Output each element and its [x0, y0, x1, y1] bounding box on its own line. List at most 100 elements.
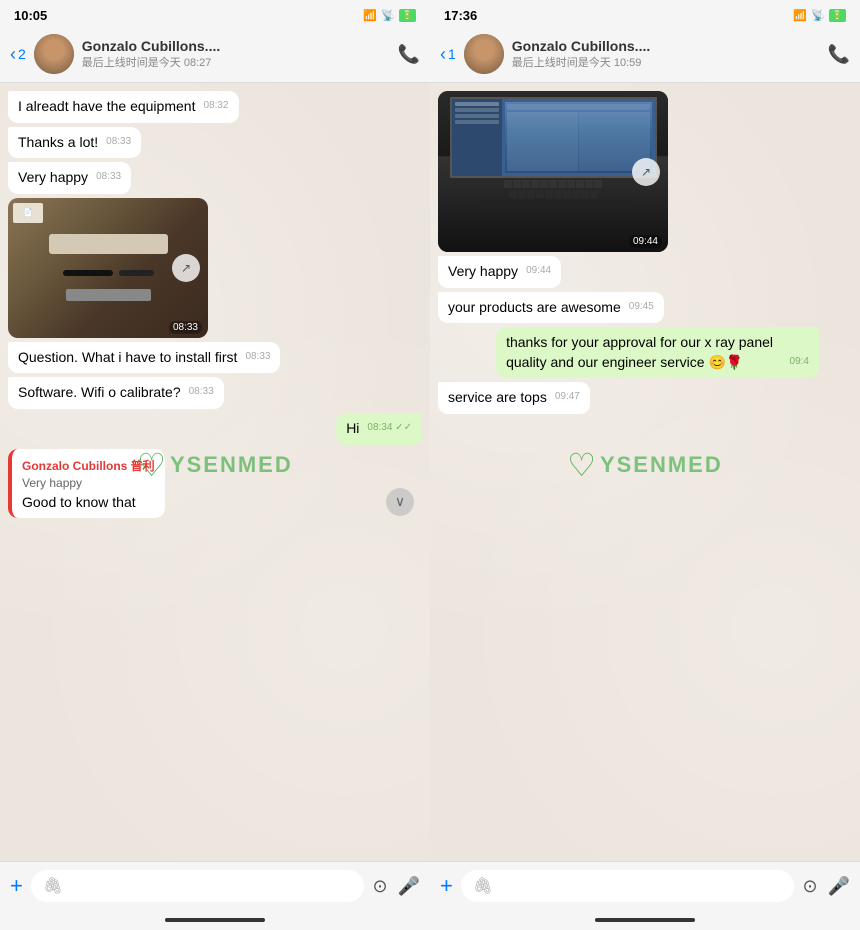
scroll-down-button[interactable]: ∨ [386, 488, 414, 516]
keyboard-representation [446, 176, 660, 247]
reply-bubble: Gonzalo Cubillons 普利 Very happy Good to … [8, 449, 165, 518]
back-button-right[interactable]: ‹ 1 [440, 44, 456, 65]
message-row: Thanks a lot! 08:33 [8, 127, 422, 159]
message-time: 08:33 [245, 350, 270, 364]
message-row: Very happy 08:33 [8, 162, 422, 194]
mic-button-left[interactable]: 🎤 [398, 876, 420, 897]
left-chat-panel: 10:05 📶 📡 🔋 ‹ 2 Gonzalo Cubillons.... 最后… [0, 0, 430, 930]
bubble-received: service are tops 09:47 [438, 382, 590, 414]
chat-body-right[interactable]: 09:44 ↗ Very happy 09:44 your products a… [430, 83, 860, 861]
sticker-icon: 🖇 [43, 876, 63, 896]
screen-content [452, 99, 655, 176]
equipment-adapter [66, 289, 151, 301]
screen-sidebar [452, 99, 503, 176]
attach-button-left[interactable]: + [10, 873, 23, 899]
avatar-face-right [464, 34, 504, 74]
wifi-icon: 📡 [381, 9, 395, 22]
contact-status-right: 最后上线时间是今天 10:59 [512, 54, 820, 70]
chat-header-right: ‹ 1 Gonzalo Cubillons.... 最后上线时间是今天 10:5… [430, 28, 860, 83]
contact-status-left: 最后上线时间是今天 08:27 [82, 54, 390, 70]
bubble-received: Very happy 08:33 [8, 162, 131, 194]
message-time: 08:32 [203, 99, 228, 113]
contact-info-right[interactable]: Gonzalo Cubillons.... 最后上线时间是今天 10:59 [512, 38, 820, 70]
input-bar-left: + 🖇 ⊙ 🎤 [0, 861, 430, 910]
input-media-buttons-right: ⊙ 🎤 [802, 876, 850, 897]
message-time: 09:47 [555, 390, 580, 404]
input-media-buttons-left: ⊙ 🎤 [372, 876, 420, 897]
bubble-received: Question. What i have to install first 0… [8, 342, 280, 374]
chevron-left-icon-right: ‹ [440, 44, 446, 65]
message-row: Gonzalo Cubillons 普利 Very happy Good to … [8, 449, 422, 518]
reply-preview-text: Very happy [22, 476, 155, 490]
message-text: thanks for your approval for our x ray p… [506, 334, 773, 370]
signal-icon: 📶 [363, 9, 377, 22]
message-row: Hi 08:34 ✓✓ [8, 413, 422, 445]
chat-header-left: ‹ 2 Gonzalo Cubillons.... 最后上线时间是今天 08:2… [0, 28, 430, 83]
message-row: Question. What i have to install first 0… [8, 342, 422, 374]
message-row: Very happy 09:44 [438, 256, 852, 288]
signal-icon-right: 📶 [793, 9, 807, 22]
home-indicator-left [0, 910, 430, 930]
camera-button-right[interactable]: ⊙ [802, 876, 817, 897]
chevron-left-icon: ‹ [10, 44, 16, 65]
screen-main [502, 99, 654, 176]
call-button-right[interactable]: 📞 [828, 44, 850, 65]
home-indicator-right [430, 910, 860, 930]
avatar-left [34, 34, 74, 74]
message-text: Very happy [448, 263, 518, 279]
message-input-left[interactable]: 🖇 [31, 870, 365, 902]
bubble-received: your products are awesome 09:45 [438, 292, 664, 324]
attach-button-right[interactable]: + [440, 873, 453, 899]
equipment-paper: 📄 [13, 203, 43, 223]
home-bar-left [165, 918, 265, 922]
unread-count-right: 1 [448, 46, 456, 62]
contact-info-left[interactable]: Gonzalo Cubillons.... 最后上线时间是今天 08:27 [82, 38, 390, 70]
chat-body-left[interactable]: I alreadt have the equipment 08:32 Thank… [0, 83, 430, 861]
input-bar-right: + 🖇 ⊙ 🎤 [430, 861, 860, 910]
message-text: Question. What i have to install first [18, 349, 237, 365]
equipment-cables [63, 270, 154, 276]
message-time: 08:33 [96, 170, 121, 184]
sticker-icon-right: 🖇 [473, 876, 493, 896]
bubble-received: Software. Wifi o calibrate? 08:33 [8, 377, 224, 409]
status-icons-right: 📶 📡 🔋 [793, 9, 846, 22]
battery-icon-right: 🔋 [829, 9, 846, 22]
message-row: thanks for your approval for our x ray p… [438, 327, 852, 378]
image-bubble-right: 09:44 ↗ [438, 91, 668, 252]
message-time: 08:33 [106, 135, 131, 149]
wifi-icon-right: 📡 [811, 9, 825, 22]
message-time: 09:44 [526, 264, 551, 278]
mic-button-right[interactable]: 🎤 [828, 876, 850, 897]
message-text: Hi [346, 420, 359, 436]
message-row: service are tops 09:47 [438, 382, 852, 414]
message-input-right[interactable]: 🖇 [461, 870, 795, 902]
message-time: 09:45 [629, 300, 654, 314]
laptop-screen [450, 97, 657, 178]
status-bar-left: 10:05 📶 📡 🔋 [0, 0, 430, 28]
message-row: 📄 08:33 ↗ [8, 198, 422, 338]
bubble-received: Thanks a lot! 08:33 [8, 127, 141, 159]
share-button[interactable]: ↗ [172, 254, 200, 282]
status-icons-left: 📶 📡 🔋 [363, 9, 416, 22]
bubble-sent: thanks for your approval for our x ray p… [496, 327, 819, 378]
message-time: 08:34 ✓✓ [367, 421, 412, 435]
message-time: 08:33 [189, 385, 214, 399]
message-text: Good to know that [22, 494, 155, 510]
message-row: your products are awesome 09:45 [438, 292, 852, 324]
back-button-left[interactable]: ‹ 2 [10, 44, 26, 65]
message-text: Software. Wifi o calibrate? [18, 384, 181, 400]
image-bubble-left: 📄 08:33 ↗ [8, 198, 208, 338]
bubble-sent: Hi 08:34 ✓✓ [336, 413, 422, 445]
call-button-left[interactable]: 📞 [398, 44, 420, 65]
image-time-right: 09:44 [629, 235, 662, 248]
share-button-right[interactable]: ↗ [632, 158, 660, 186]
camera-button-left[interactable]: ⊙ [372, 876, 387, 897]
reply-sender-name: Gonzalo Cubillons 普利 [22, 457, 155, 474]
home-bar-right [595, 918, 695, 922]
battery-icon: 🔋 [399, 9, 416, 22]
image-time: 08:33 [169, 321, 202, 334]
avatar-face-left [34, 34, 74, 74]
message-row: I alreadt have the equipment 08:32 [8, 91, 422, 123]
message-text: Very happy [18, 169, 88, 185]
contact-name-left: Gonzalo Cubillons.... [82, 38, 390, 54]
